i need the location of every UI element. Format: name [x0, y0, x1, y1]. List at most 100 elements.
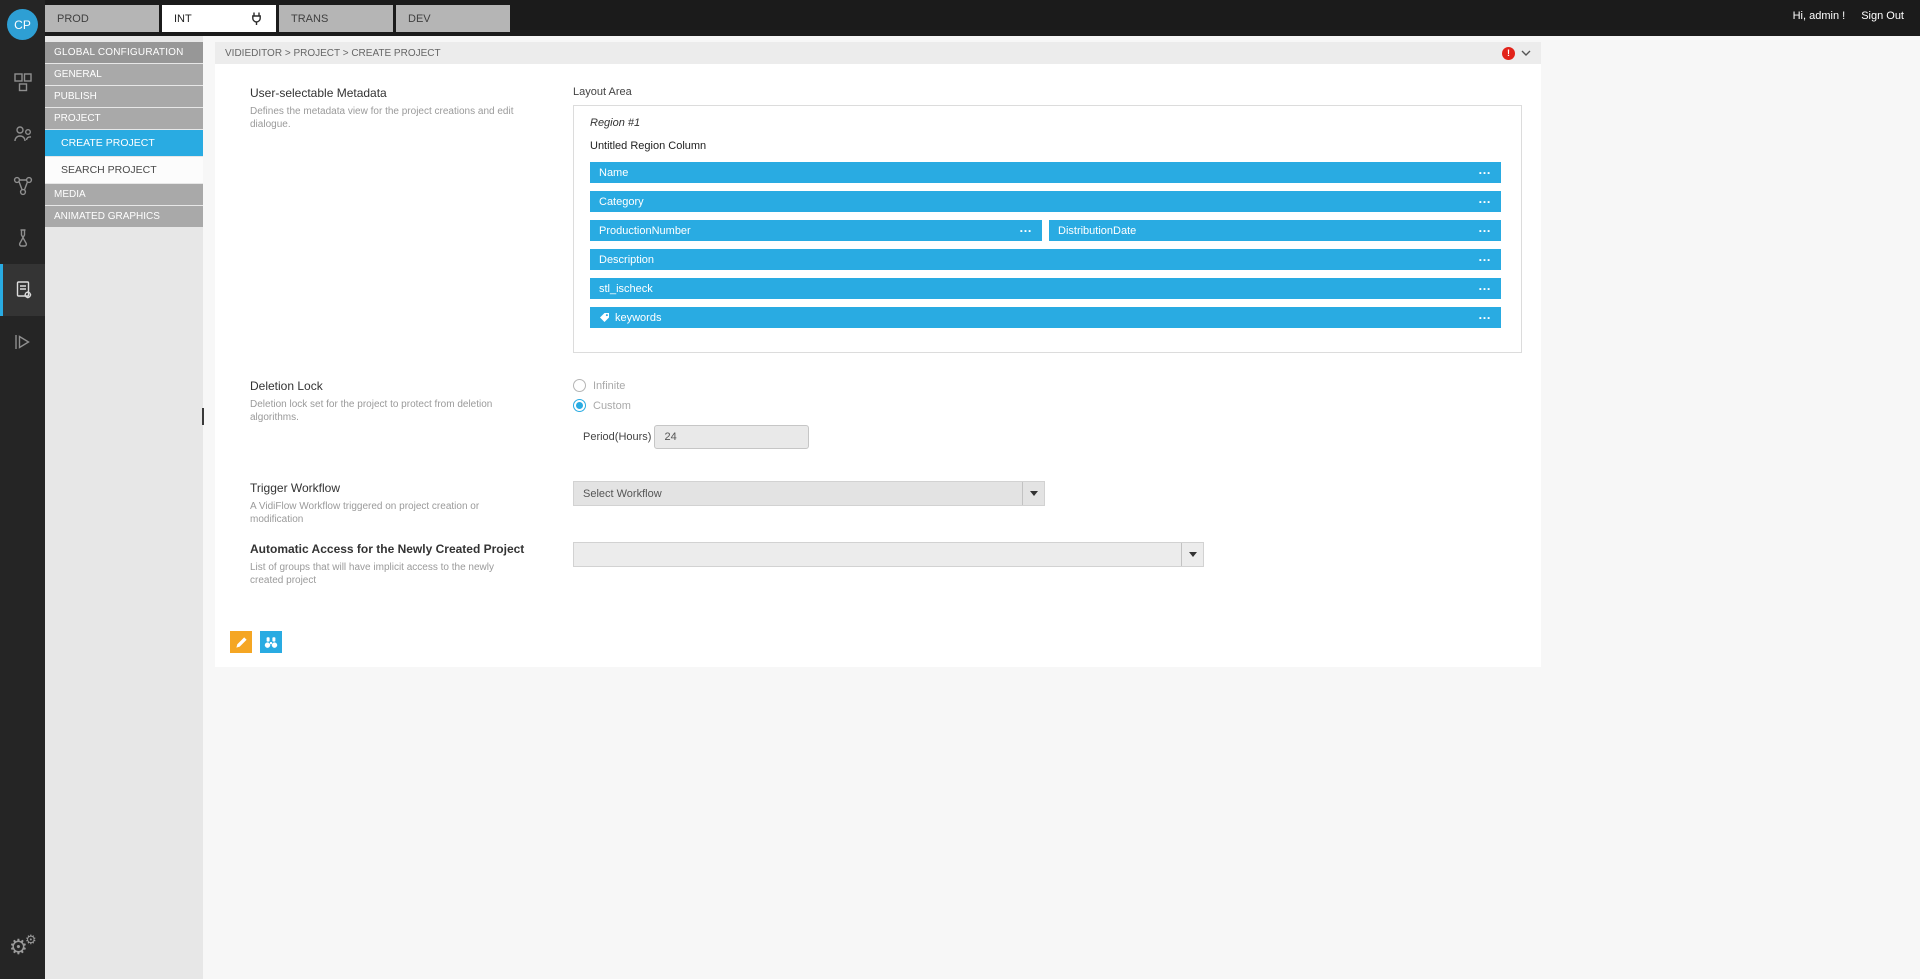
- metadata-field-label: stl_ischeck: [599, 283, 653, 295]
- metadata-field-label: Description: [599, 254, 654, 266]
- automatic-access-title: Automatic Access for the Newly Created P…: [250, 542, 573, 556]
- user-greeting: Hi, admin !: [1793, 10, 1846, 22]
- ellipsis-icon[interactable]: …: [1478, 254, 1492, 260]
- workflow-select[interactable]: Select Workflow: [573, 481, 1045, 506]
- ellipsis-icon[interactable]: …: [1478, 196, 1492, 202]
- modules-icon: [12, 71, 34, 93]
- ellipsis-icon[interactable]: …: [1478, 312, 1492, 318]
- error-indicator-icon[interactable]: !: [1502, 47, 1515, 60]
- metadata-field-distributiondate[interactable]: DistributionDate …: [1049, 220, 1501, 241]
- preview-button[interactable]: [260, 631, 282, 653]
- sidebar-rail-item-project-config[interactable]: [0, 264, 45, 316]
- deletion-lock-description: Deletion lock set for the project to pro…: [250, 398, 530, 424]
- action-buttons: [230, 631, 1541, 653]
- content-card: VIDIEDITOR > PROJECT > CREATE PROJECT !: [215, 42, 1541, 667]
- section-automatic-access: Automatic Access for the Newly Created P…: [250, 542, 1541, 587]
- sidebar-rail-item-player[interactable]: [0, 316, 45, 368]
- chevron-down-icon: [1189, 552, 1197, 557]
- metadata-field-label: ProductionNumber: [599, 225, 691, 237]
- ellipsis-icon[interactable]: …: [1478, 225, 1492, 231]
- dropdown-arrow-button[interactable]: [1181, 543, 1203, 566]
- section-deletion-lock: Deletion Lock Deletion lock set for the …: [250, 379, 1541, 449]
- metadata-field-name[interactable]: Name …: [590, 162, 1501, 183]
- main-area: VIDIEDITOR > PROJECT > CREATE PROJECT !: [203, 36, 1920, 979]
- radio-custom[interactable]: [573, 399, 586, 412]
- metadata-field-productionnumber[interactable]: ProductionNumber …: [590, 220, 1042, 241]
- sidebar-item-media[interactable]: MEDIA: [45, 184, 203, 205]
- access-groups-select[interactable]: [573, 542, 1204, 567]
- section-user-selectable-metadata: User-selectable Metadata Defines the met…: [250, 86, 1541, 353]
- sidebar-rail-item-workflow[interactable]: [0, 160, 45, 212]
- metadata-field-keywords[interactable]: keywords …: [590, 307, 1501, 328]
- tab-int[interactable]: INT: [162, 5, 276, 32]
- ellipsis-icon[interactable]: …: [1478, 283, 1492, 289]
- tab-trans-label: TRANS: [291, 13, 328, 25]
- plug-icon: [249, 11, 264, 26]
- sidebar-item-animated-graphics[interactable]: ANIMATED GRAPHICS: [45, 206, 203, 227]
- radio-infinite[interactable]: [573, 379, 586, 392]
- player-icon: [12, 331, 34, 353]
- avatar[interactable]: CP: [7, 9, 38, 40]
- topbar: PROD INT TRANS DEV Hi,: [45, 0, 1920, 36]
- breadcrumb: VIDIEDITOR > PROJECT > CREATE PROJECT: [225, 48, 441, 59]
- period-hours-label: Period(Hours): [583, 431, 651, 443]
- layout-area-label: Layout Area: [573, 86, 1541, 98]
- trigger-workflow-title: Trigger Workflow: [250, 481, 573, 495]
- sidebar-rail-item-lab[interactable]: [0, 212, 45, 264]
- metadata-field-label: Category: [599, 196, 644, 208]
- ellipsis-icon[interactable]: …: [1478, 167, 1492, 173]
- region-label: Region #1: [590, 117, 1501, 129]
- sign-out-link[interactable]: Sign Out: [1861, 10, 1904, 22]
- environment-tabs: PROD INT TRANS DEV: [45, 5, 510, 32]
- metadata-field-description[interactable]: Description …: [590, 249, 1501, 270]
- sidebar-item-project[interactable]: PROJECT: [45, 108, 203, 129]
- sidebar-item-create-project[interactable]: CREATE PROJECT: [45, 130, 203, 156]
- icon-rail: CP: [0, 0, 45, 979]
- tab-int-label: INT: [174, 13, 192, 25]
- workflow-icon: [12, 175, 34, 197]
- binoculars-icon: [264, 636, 278, 649]
- app-root: CP: [0, 0, 1920, 979]
- automatic-access-description: List of groups that will have implicit a…: [250, 561, 530, 587]
- ellipsis-icon[interactable]: …: [1019, 225, 1033, 231]
- tab-trans[interactable]: TRANS: [279, 5, 393, 32]
- chevron-down-icon: [1030, 491, 1038, 496]
- metadata-field-stl-ischeck[interactable]: stl_ischeck …: [590, 278, 1501, 299]
- metadata-description: Defines the metadata view for the projec…: [250, 105, 530, 131]
- subnav-resize-handle[interactable]: [202, 408, 204, 425]
- sidebar-item-publish[interactable]: PUBLISH: [45, 86, 203, 107]
- period-hours-input[interactable]: [654, 425, 809, 449]
- deletion-lock-title: Deletion Lock: [250, 379, 573, 393]
- settings-gears-button[interactable]: ⚙ ⚙: [0, 933, 45, 967]
- tab-dev-label: DEV: [408, 13, 431, 25]
- metadata-field-category[interactable]: Category …: [590, 191, 1501, 212]
- dropdown-arrow-button[interactable]: [1022, 482, 1044, 505]
- sidebar-item-general[interactable]: GENERAL: [45, 64, 203, 85]
- tab-prod[interactable]: PROD: [45, 5, 159, 32]
- metadata-field-label: DistributionDate: [1058, 225, 1136, 237]
- topbar-user-area: Hi, admin ! Sign Out: [1793, 10, 1904, 22]
- gear-small-icon: ⚙: [25, 933, 37, 946]
- metadata-field-label: keywords: [615, 312, 661, 324]
- sidebar-item-search-project[interactable]: SEARCH PROJECT: [45, 157, 203, 183]
- project-config-icon: [13, 279, 35, 301]
- trigger-workflow-description: A VidiFlow Workflow triggered on project…: [250, 500, 530, 526]
- sidebar-rail-item-modules[interactable]: [0, 56, 45, 108]
- sidebar-rail-item-users[interactable]: [0, 108, 45, 160]
- edit-button[interactable]: [230, 631, 252, 653]
- chevron-down-icon[interactable]: [1521, 50, 1531, 57]
- metadata-field-label: Name: [599, 167, 628, 179]
- flask-icon: [12, 227, 34, 249]
- section-trigger-workflow: Trigger Workflow A VidiFlow Workflow tri…: [250, 481, 1541, 526]
- layout-region-box: Region #1 Untitled Region Column Name … …: [573, 105, 1522, 353]
- workflow-select-value: Select Workflow: [583, 488, 662, 500]
- breadcrumb-bar: VIDIEDITOR > PROJECT > CREATE PROJECT !: [215, 42, 1541, 64]
- region-column-label: Untitled Region Column: [590, 140, 1501, 152]
- config-subnav: GLOBAL CONFIGURATION GENERAL PUBLISH PRO…: [45, 36, 203, 979]
- metadata-title: User-selectable Metadata: [250, 86, 573, 100]
- subnav-header-global-configuration: GLOBAL CONFIGURATION: [45, 42, 203, 63]
- radio-custom-label: Custom: [593, 400, 631, 412]
- tab-dev[interactable]: DEV: [396, 5, 510, 32]
- tab-prod-label: PROD: [57, 13, 89, 25]
- tag-icon: [599, 312, 610, 323]
